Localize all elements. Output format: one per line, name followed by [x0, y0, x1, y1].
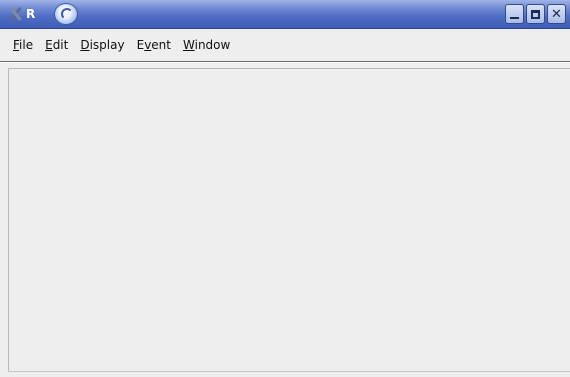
menu-event[interactable]: Event: [131, 34, 177, 56]
menu-bar: File Edit Display Event Window: [0, 29, 570, 60]
window-controls: ✕: [503, 4, 566, 24]
menu-window[interactable]: Window: [177, 34, 236, 56]
menu-edit[interactable]: Edit: [39, 34, 74, 56]
maximize-button[interactable]: [526, 4, 545, 24]
title-bar[interactable]: R ✕: [0, 0, 570, 29]
content-area[interactable]: [8, 68, 570, 371]
close-button[interactable]: ✕: [547, 4, 566, 24]
x-window-icon[interactable]: [6, 5, 24, 23]
r-logo-icon: R: [26, 7, 36, 21]
title-icons: R: [6, 3, 78, 25]
content-bottom-edge: [8, 371, 570, 372]
app-icon[interactable]: [54, 3, 78, 25]
minimize-button[interactable]: [505, 4, 524, 24]
app-window: R ✕ File Edit Display Event Window: [0, 0, 570, 377]
menu-separator: [0, 61, 570, 63]
maximize-icon: [531, 9, 540, 19]
close-icon: ✕: [551, 6, 562, 22]
menu-file[interactable]: File: [7, 34, 39, 56]
menu-display[interactable]: Display: [74, 34, 130, 56]
minimize-icon: [510, 17, 519, 19]
